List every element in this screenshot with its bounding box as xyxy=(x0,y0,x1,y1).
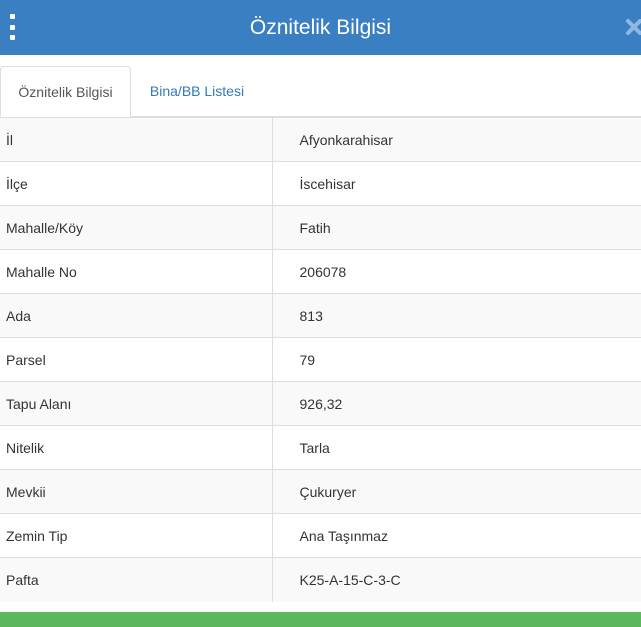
tab-bina-bb-listesi[interactable]: Bina/BB Listesi xyxy=(131,66,263,117)
panel-title: Öznitelik Bilgisi xyxy=(249,16,392,39)
attribute-value: K25-A-15-C-3-C xyxy=(271,557,641,602)
attribute-label: Pafta xyxy=(0,557,272,602)
table-row: Mevkii Çukuryer xyxy=(0,469,641,514)
attribute-label: Zemin Tip xyxy=(0,513,272,558)
table-row: Tapu Alanı 926,32 xyxy=(0,381,641,426)
panel-header: Öznitelik Bilgisi xyxy=(0,0,641,55)
table-row: Mahalle/Köy Fatih xyxy=(0,205,641,250)
attribute-value: Ana Taşınmaz xyxy=(271,513,641,558)
attribute-value: İscehisar xyxy=(271,161,641,206)
table-row: İl Afyonkarahisar xyxy=(0,117,641,162)
table-row: Ada 813 xyxy=(0,293,641,338)
attribute-label: Tapu Alanı xyxy=(0,381,272,426)
close-icon[interactable] xyxy=(624,17,641,37)
attribute-value: Tarla xyxy=(271,425,641,470)
table-row: Nitelik Tarla xyxy=(0,425,641,470)
attribute-value: 926,32 xyxy=(271,381,641,426)
attribute-table: İl Afyonkarahisar İlçe İscehisar Mahalle/Köy… xyxy=(0,117,641,602)
attribute-value: 813 xyxy=(271,293,641,338)
attribute-label: Nitelik xyxy=(0,425,272,470)
attribute-label: Mahalle No xyxy=(0,249,272,294)
attribute-label: Parsel xyxy=(0,337,272,382)
attribute-label: Ada xyxy=(0,293,272,338)
table-row: İlçe İscehisar xyxy=(0,161,641,206)
attribute-label: İl xyxy=(0,117,272,162)
attribute-value: Çukuryer xyxy=(271,469,641,514)
table-row: Zemin Tip Ana Taşınmaz xyxy=(0,513,641,558)
attribute-label: Mahalle/Köy xyxy=(0,205,272,250)
attribute-value: Afyonkarahisar xyxy=(271,117,641,162)
table-row: Pafta K25-A-15-C-3-C xyxy=(0,557,641,602)
attribute-value: Fatih xyxy=(271,205,641,250)
footer-bar xyxy=(0,612,641,627)
attribute-label: İlçe xyxy=(0,161,272,206)
close-icon-glyph xyxy=(626,19,641,35)
tab-bar: Öznitelik Bilgisi Bina/BB Listesi xyxy=(0,55,641,117)
attribute-value: 206078 xyxy=(271,249,641,294)
attribute-value: 79 xyxy=(271,337,641,382)
table-row: Mahalle No 206078 xyxy=(0,249,641,294)
attribute-label: Mevkii xyxy=(0,469,272,514)
table-row: Parsel 79 xyxy=(0,337,641,382)
tab-oznitelik-bilgisi[interactable]: Öznitelik Bilgisi xyxy=(0,66,131,117)
